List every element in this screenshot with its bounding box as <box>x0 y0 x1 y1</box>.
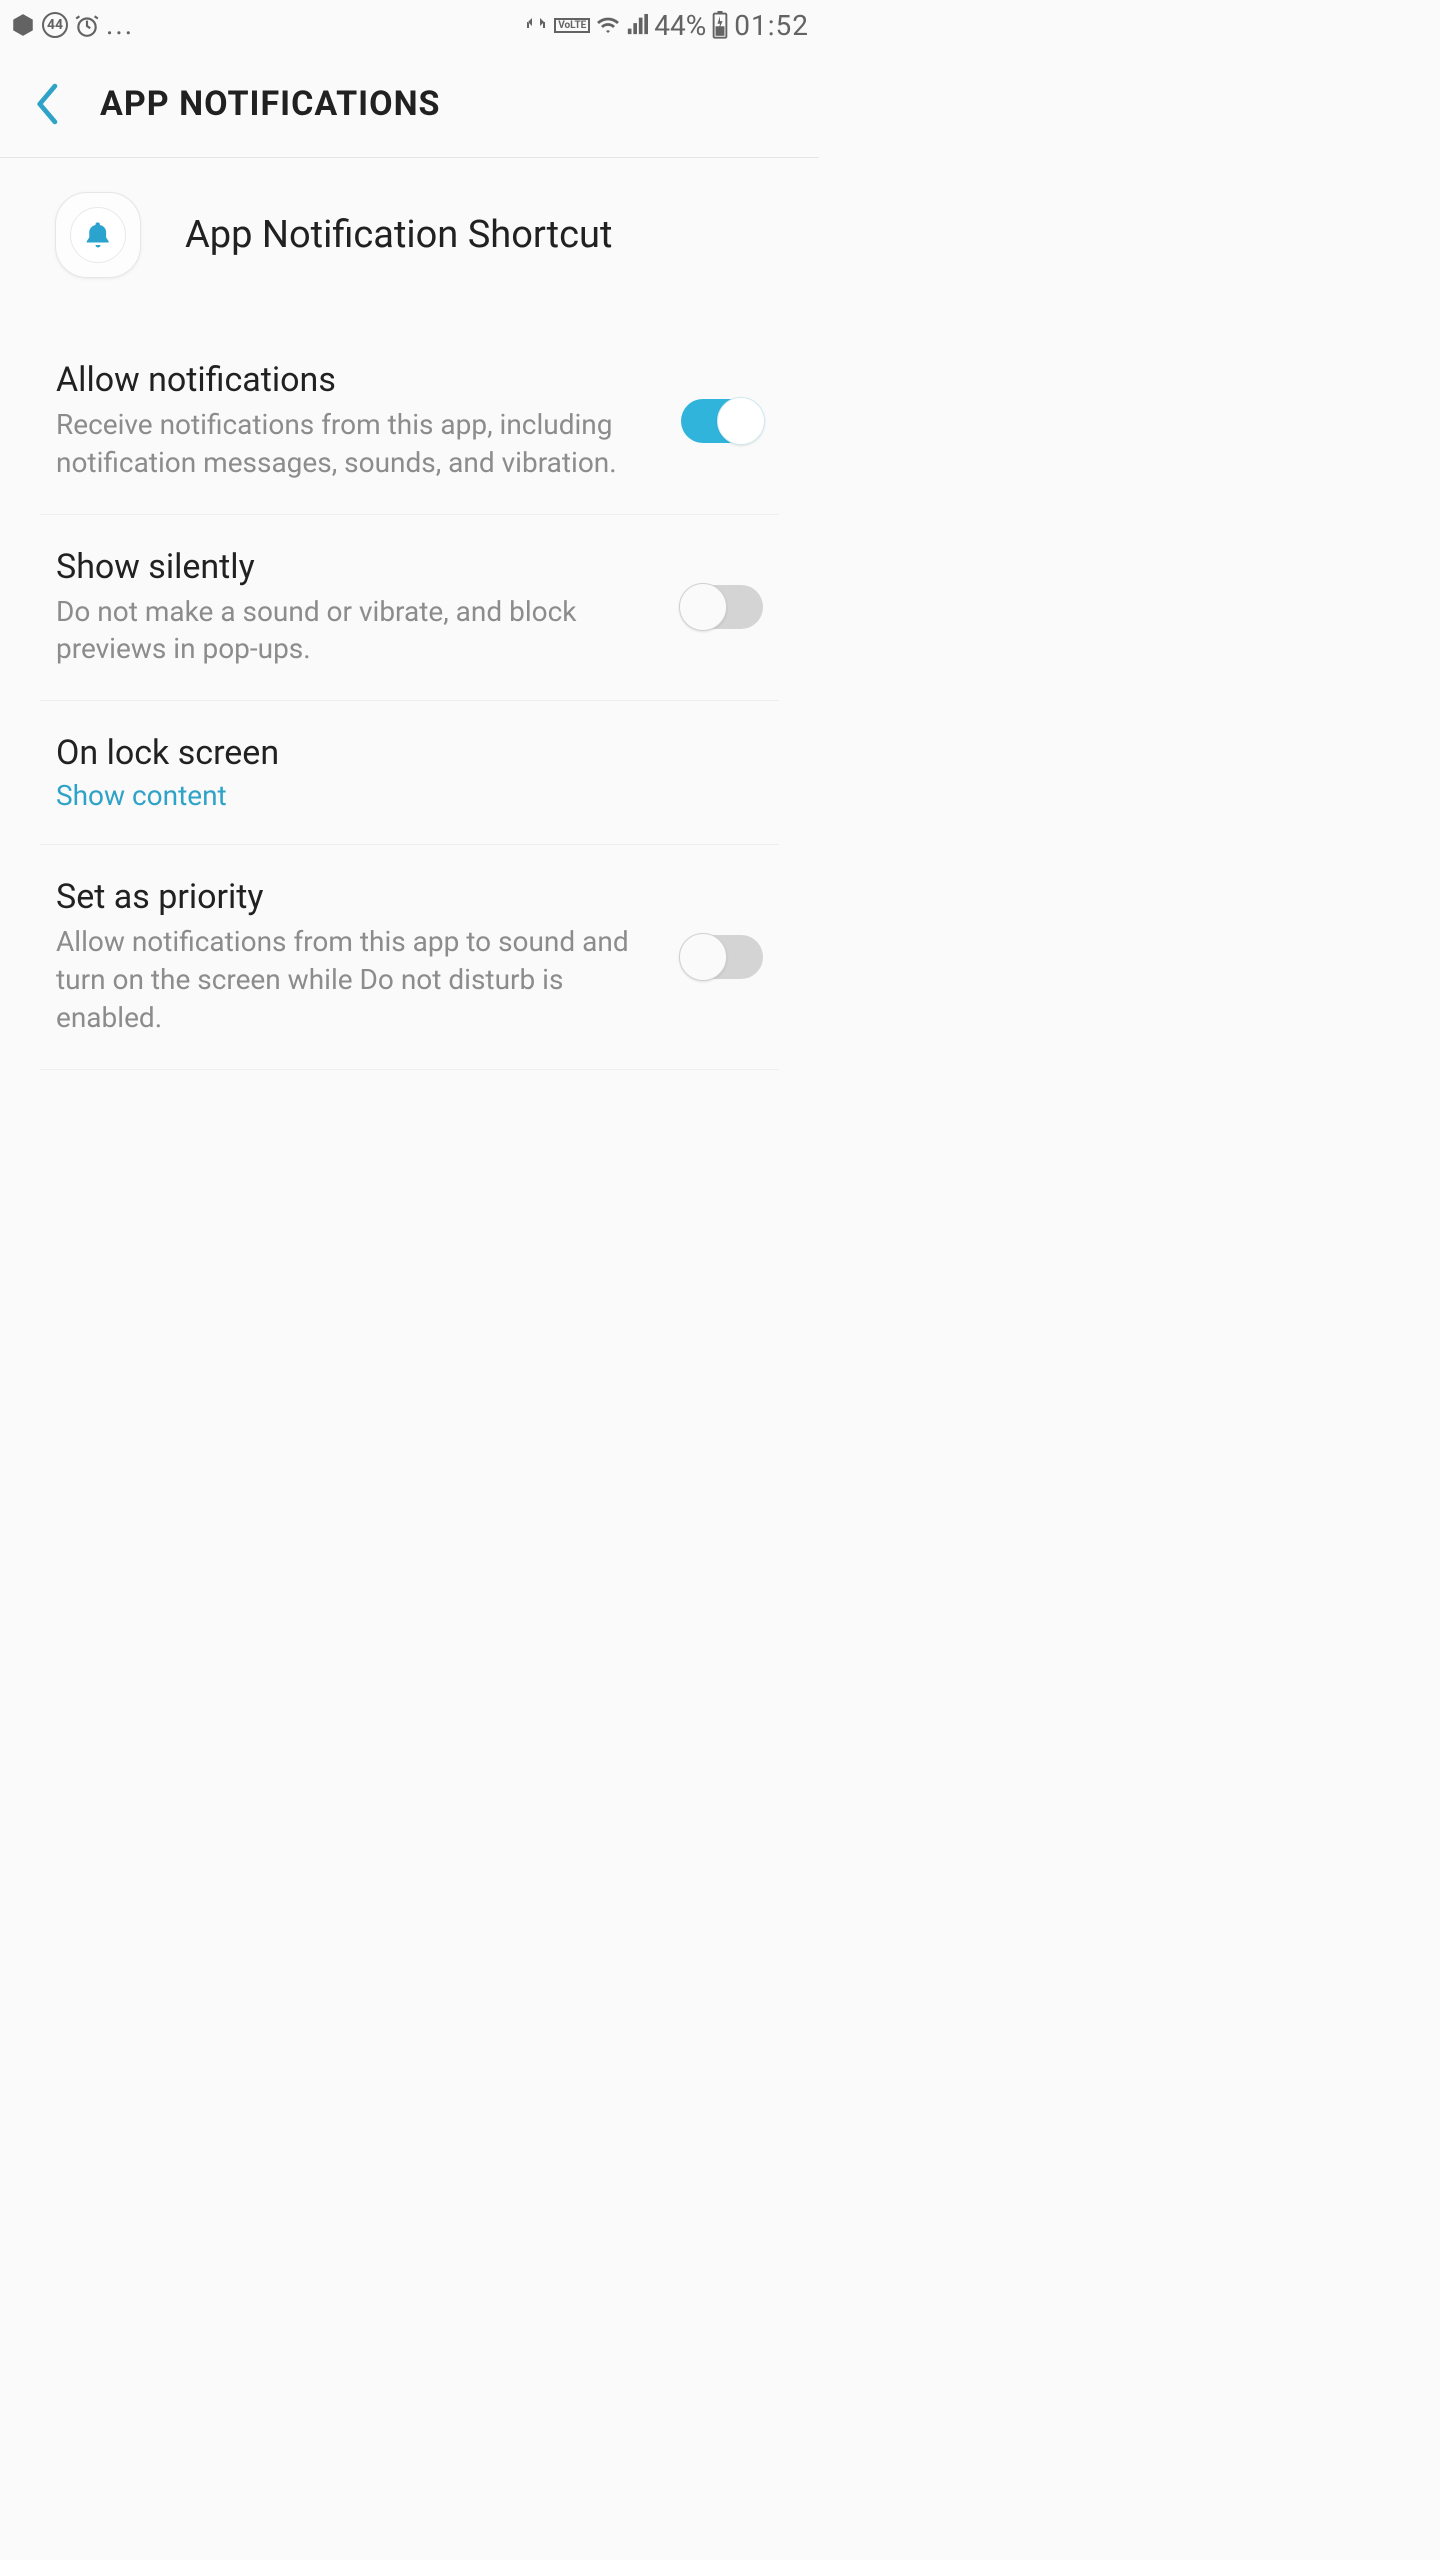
settings-list: Allow notifications Receive notification… <box>0 320 819 1070</box>
app-icon <box>55 192 141 278</box>
volte-icon: VoLTE <box>554 18 590 33</box>
row-desc: Allow notifications from this app to sou… <box>56 923 657 1036</box>
status-right: VoLTE 44% 01:52 <box>524 9 809 42</box>
page-header: APP NOTIFICATIONS <box>0 50 819 158</box>
row-allow-notifications[interactable]: Allow notifications Receive notification… <box>40 320 779 515</box>
page-title: APP NOTIFICATIONS <box>100 84 441 124</box>
app-card: App Notification Shortcut <box>0 158 819 320</box>
row-title: Allow notifications <box>56 360 657 400</box>
row-desc: Receive notifications from this app, inc… <box>56 406 657 482</box>
notification-count-icon: 44 <box>42 12 68 38</box>
row-value: Show content <box>56 779 763 812</box>
row-title: On lock screen <box>56 733 763 773</box>
toggle-allow-notifications[interactable] <box>681 399 763 443</box>
row-title: Show silently <box>56 547 657 587</box>
battery-percent: 44% <box>654 9 706 42</box>
status-bar: 44 ... VoLTE 44% 01:52 <box>0 0 819 50</box>
app-badge-icon <box>10 12 36 38</box>
alarm-icon <box>74 12 100 38</box>
row-on-lock-screen[interactable]: On lock screen Show content <box>40 701 779 845</box>
wifi-icon <box>596 13 620 37</box>
chevron-left-icon <box>34 82 62 126</box>
signal-icon <box>626 14 648 36</box>
toggle-set-as-priority[interactable] <box>681 935 763 979</box>
back-button[interactable] <box>24 80 72 128</box>
status-time: 01:52 <box>734 9 809 42</box>
status-left: 44 ... <box>10 11 134 39</box>
app-name: App Notification Shortcut <box>185 213 612 257</box>
row-title: Set as priority <box>56 877 657 917</box>
vibrate-icon <box>524 13 548 37</box>
more-icon: ... <box>106 11 134 39</box>
row-show-silently[interactable]: Show silently Do not make a sound or vib… <box>40 515 779 702</box>
battery-icon <box>712 11 728 39</box>
bell-icon <box>83 220 113 250</box>
toggle-show-silently[interactable] <box>681 585 763 629</box>
row-set-as-priority[interactable]: Set as priority Allow notifications from… <box>40 845 779 1069</box>
row-desc: Do not make a sound or vibrate, and bloc… <box>56 593 657 669</box>
